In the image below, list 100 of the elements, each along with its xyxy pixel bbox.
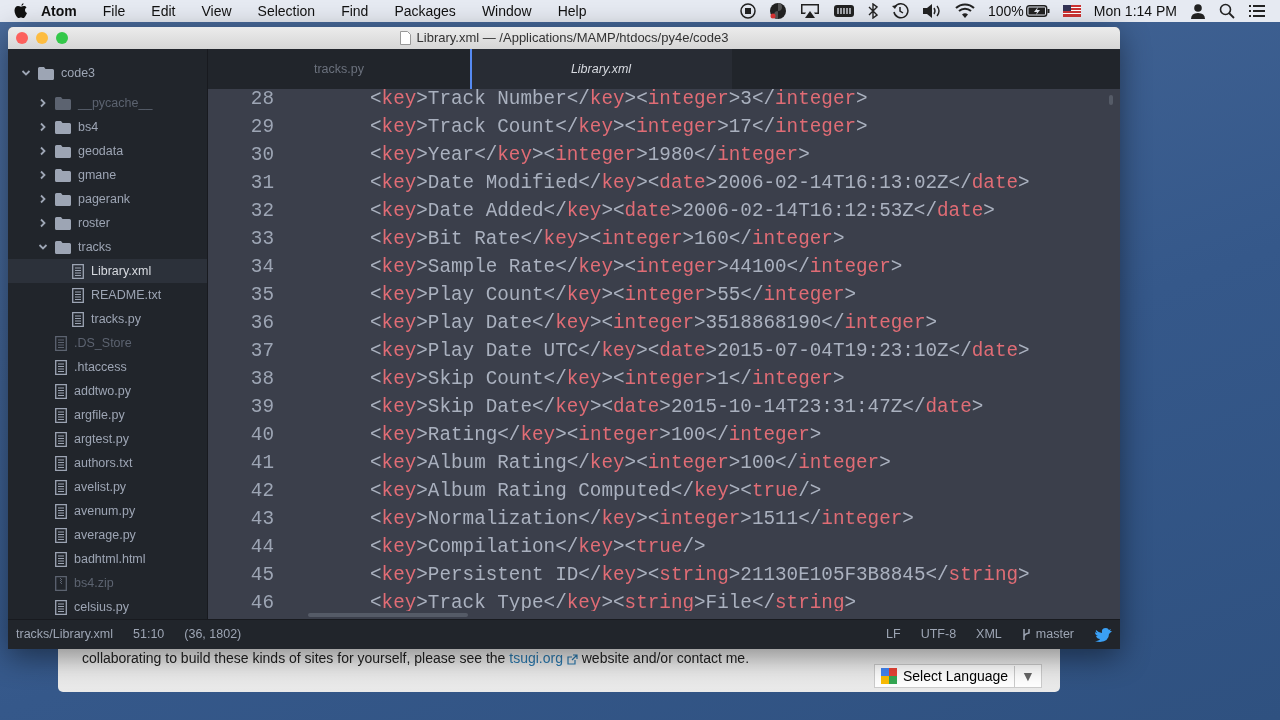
line-number: 46 <box>249 591 275 611</box>
file-icon <box>72 311 84 327</box>
code-line: <key>Bit Rate</key><integer>160</integer> <box>370 227 845 252</box>
code-line: <key>Album Rating Computed</key><true/> <box>370 479 822 504</box>
menu-item[interactable]: Find <box>328 0 382 22</box>
tree-item[interactable]: .htaccess <box>8 355 207 379</box>
code-line: <key>Date Modified</key><date>2006-02-14T16:13:02Z</date> <box>370 171 1030 196</box>
tree-item[interactable]: badhtml.html <box>8 547 207 571</box>
menu-item[interactable]: View <box>188 0 245 22</box>
code-line: <key>Skip Date</key><date>2015-10-14T23:31:47Z</date> <box>370 395 984 420</box>
menu-item[interactable]: Help <box>544 0 600 22</box>
code-line: <key>Year</key><integer>1980</integer> <box>370 143 810 168</box>
menu-item[interactable]: Packages <box>381 0 469 22</box>
tree-item[interactable]: addtwo.py <box>8 379 207 403</box>
tree-item[interactable]: bs4 <box>8 115 207 139</box>
tree-item[interactable]: tracks.py <box>8 307 207 331</box>
clock[interactable]: Mon 1:14 PM <box>1093 0 1177 22</box>
document-icon <box>399 31 411 45</box>
line-number: 43 <box>249 507 275 532</box>
tree-item[interactable]: gmane <box>8 163 207 187</box>
tree-item[interactable]: average.py <box>8 523 207 547</box>
tree-item[interactable]: authors.txt <box>8 451 207 475</box>
code-line: <key>Play Count</key><integer>55</integer> <box>370 283 857 308</box>
battery-charging-icon <box>1025 5 1050 17</box>
window-title: Library.xml — /Applications/MAMP/htdocs/py4e/code3 <box>416 29 729 48</box>
tree-item[interactable]: Library.xml <box>8 259 207 283</box>
minimize-button[interactable] <box>36 32 48 44</box>
line-number: 28 <box>249 89 275 112</box>
status-item[interactable]: 51:10 <box>133 625 165 644</box>
tree-item[interactable]: geodata <box>8 139 207 163</box>
tree-item[interactable]: code3 <box>8 61 207 85</box>
line-number: 32 <box>249 199 275 224</box>
folder-icon <box>55 168 71 182</box>
line-number: 42 <box>249 479 275 504</box>
folder-icon <box>55 192 71 206</box>
menu-item[interactable]: Window <box>468 0 545 22</box>
code-line: <key>Track Number</key><integer>3</integer> <box>370 89 868 112</box>
volume-icon <box>921 3 942 19</box>
code-line: <key>Play Date UTC</key><date>2015-07-04T19:23:10Z</date> <box>370 339 1030 364</box>
line-number: 31 <box>249 171 275 196</box>
stop-icon <box>739 3 756 19</box>
close-button[interactable] <box>16 32 28 44</box>
menu-item[interactable]: Selection <box>244 0 329 22</box>
search-icon <box>1219 3 1235 19</box>
language-select[interactable]: Select Language ▼ <box>874 664 1042 688</box>
file-icon <box>55 455 67 471</box>
tree-item[interactable]: README.txt <box>8 283 207 307</box>
line-number: 39 <box>249 395 275 420</box>
code-line: <key>Rating</key><integer>100</integer> <box>370 423 822 448</box>
code-line: <key>Play Date</key><integer>3518868190</integer> <box>370 311 938 336</box>
line-number: 34 <box>249 255 275 280</box>
wifi-icon <box>954 3 975 19</box>
status-item[interactable]: (36, 1802) <box>184 625 242 644</box>
memory-icon <box>832 4 855 18</box>
tree-item[interactable]: roster <box>8 211 207 235</box>
editor-tab[interactable]: Library.xml <box>470 49 732 89</box>
tree-item[interactable]: avelist.py <box>8 475 207 499</box>
status-item[interactable]: LF <box>886 625 901 644</box>
google-icon <box>881 668 897 684</box>
tree-item[interactable]: argtest.py <box>8 427 207 451</box>
line-number: 33 <box>249 227 275 252</box>
file-icon <box>55 527 67 543</box>
tree-item[interactable]: celsius.py <box>8 595 207 619</box>
menu-item[interactable]: Edit <box>138 0 189 22</box>
folder-icon <box>55 216 71 230</box>
file-icon <box>55 407 67 423</box>
line-number: 37 <box>249 339 275 364</box>
folder-icon <box>38 66 54 80</box>
status-item[interactable]: UTF-8 <box>920 625 957 644</box>
external-link-icon <box>566 653 578 665</box>
bluetooth-icon <box>867 3 878 19</box>
file-icon <box>55 359 67 375</box>
code-line: <key>Skip Count</key><integer>1</integer> <box>370 367 845 392</box>
folder-icon <box>55 240 71 254</box>
file-icon <box>72 287 84 303</box>
git-branch[interactable]: master <box>1021 625 1074 644</box>
app-menu[interactable]: Atom <box>28 0 90 22</box>
file-icon <box>55 335 67 351</box>
tree-item[interactable]: avenum.py <box>8 499 207 523</box>
code-line: <key>Sample Rate</key><integer>44100</integer> <box>370 255 903 280</box>
zip-file-icon <box>55 575 67 591</box>
code-line: <key>Compilation</key><true/> <box>370 535 706 560</box>
time-machine-icon <box>890 2 909 20</box>
code-line: <key>Track Count</key><integer>17</integer> <box>370 115 868 140</box>
tsugi-link[interactable]: tsugi.org <box>509 650 563 666</box>
page-text: collaborating to build these kinds of sites for yourself, please see the tsugi.org website and/or contact me. <box>82 649 750 668</box>
yin-yang-icon <box>768 2 787 20</box>
tree-item[interactable]: argfile.py <box>8 403 207 427</box>
status-item[interactable]: XML <box>976 625 1002 644</box>
tree-item[interactable]: pagerank <box>8 187 207 211</box>
bird-icon <box>1094 626 1112 643</box>
line-number: 41 <box>249 451 275 476</box>
battery-percentage: 100% <box>987 1 1024 21</box>
zoom-button[interactable] <box>56 32 68 44</box>
menu-item[interactable]: File <box>89 0 139 22</box>
line-number: 45 <box>249 563 275 588</box>
tree-item[interactable]: tracks <box>8 235 207 259</box>
apple-logo-icon <box>14 3 28 19</box>
folder-icon <box>55 144 71 158</box>
status-item[interactable]: tracks/Library.xml <box>16 625 113 644</box>
